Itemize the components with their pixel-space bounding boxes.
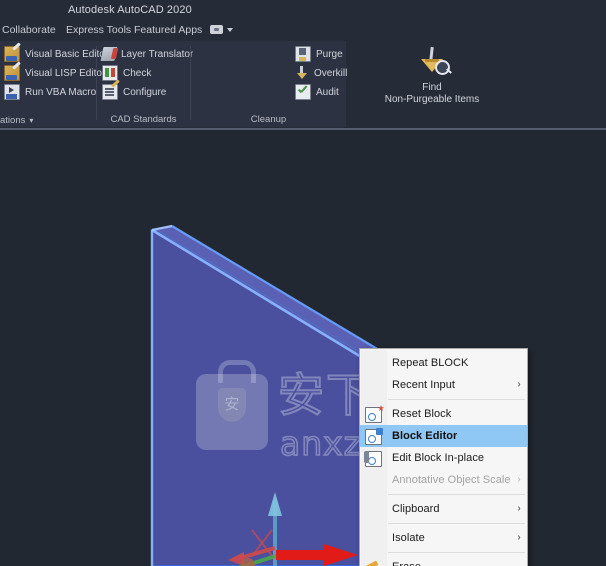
purge-button[interactable]: Purge [293, 45, 345, 63]
red-pointer-arrow [276, 544, 358, 566]
visual-lisp-editor-label: Visual LISP Editor [25, 67, 106, 79]
ribbon-panel-cleanup: Find Non-Purgeable Items Purge Overkill … [191, 41, 479, 127]
menu-item-label: Annotative Object Scale [392, 474, 511, 486]
layer-translator-button[interactable]: Layer Translator [100, 45, 195, 63]
cad-standards-panel-label: CAD Standards [110, 114, 177, 125]
menu-item-label: Reset Block [392, 408, 452, 420]
chevron-down-icon [227, 27, 233, 32]
menu-item-label: Edit Block In-place [392, 452, 485, 464]
window-title: Autodesk AutoCAD 2020 [68, 4, 192, 16]
audit-icon [295, 84, 311, 100]
panel-overflow-icon [210, 25, 223, 34]
check-standards-button[interactable]: Check [100, 64, 153, 82]
menu-item-icon-slot [360, 500, 386, 518]
configure-standards-label: Configure [123, 86, 167, 98]
chevron-right-icon: › [517, 379, 521, 390]
ribbon-panel-applications: Visual Basic Editor Visual LISP Editor R… [0, 41, 108, 127]
audit-button[interactable]: Audit [293, 83, 341, 101]
autocad-window: Autodesk AutoCAD 2020 Collaborate Expres… [0, 0, 606, 566]
overkill-button[interactable]: Overkill [293, 64, 349, 82]
run-vba-macro-label: Run VBA Macro [25, 86, 97, 98]
menu-item-block-editor[interactable]: Block Editor [360, 425, 527, 447]
ribbon-tab-strip: Collaborate Express Tools Featured Apps [0, 21, 606, 41]
chevron-right-icon: › [517, 532, 521, 543]
erase-icon [360, 558, 386, 566]
menu-item-clipboard[interactable]: Clipboard › [360, 498, 527, 520]
chevron-right-icon: › [517, 503, 521, 514]
menu-item-label: Block Editor [392, 430, 458, 442]
menu-separator [388, 399, 525, 400]
applications-panel-title[interactable]: ations ▾ [0, 115, 33, 126]
menu-separator [388, 494, 525, 495]
ribbon-tab-featured-apps[interactable]: Featured Apps [134, 24, 202, 36]
cleanup-panel-label: Cleanup [250, 114, 287, 125]
panel-overflow-button[interactable] [210, 25, 233, 34]
layer-translator-icon [100, 47, 118, 61]
menu-item-label: Isolate [392, 532, 425, 544]
configure-standards-icon [102, 84, 118, 100]
menu-item-label: Clipboard [392, 503, 440, 515]
menu-item-label: Repeat BLOCK [392, 357, 469, 369]
chevron-right-icon: › [517, 474, 521, 485]
purge-icon [295, 46, 311, 62]
ribbon-panel-cad-standards: Layer Translator Check Configure CAD Sta… [97, 41, 193, 127]
visual-lisp-editor-icon [4, 65, 20, 81]
block-editor-icon [360, 427, 386, 445]
edit-block-in-place-icon [360, 449, 386, 467]
find-label-line2: Non-Purgeable Items [384, 94, 480, 105]
overkill-label: Overkill [314, 67, 348, 79]
audit-label: Audit [316, 86, 339, 98]
check-standards-icon [102, 65, 118, 81]
purge-label: Purge [316, 48, 343, 60]
menu-item-annotative-object-scale: Annotative Object Scale › [360, 469, 527, 491]
menu-item-erase[interactable]: Erase [360, 556, 527, 566]
ribbon: Visual Basic Editor Visual LISP Editor R… [0, 41, 606, 130]
menu-item-icon-slot [360, 354, 386, 372]
run-vba-macro-button[interactable]: Run VBA Macro [2, 83, 98, 101]
menu-item-repeat-block[interactable]: Repeat BLOCK [360, 352, 527, 374]
check-standards-label: Check [123, 67, 152, 79]
menu-item-label: Erase [386, 561, 511, 566]
menu-item-reset-block[interactable]: Reset Block [360, 403, 527, 425]
reset-block-icon [360, 405, 386, 423]
block-context-menu[interactable]: Repeat BLOCK Recent Input › Reset Block … [359, 348, 528, 566]
find-label-line1: Find [422, 82, 442, 93]
configure-standards-button[interactable]: Configure [100, 83, 168, 101]
ribbon-panels: Visual Basic Editor Visual LISP Editor R… [0, 41, 479, 127]
layer-translator-label: Layer Translator [121, 48, 194, 60]
menu-item-isolate[interactable]: Isolate › [360, 527, 527, 549]
menu-separator [388, 523, 525, 524]
menu-separator [388, 552, 525, 553]
find-non-purgeable-items-button[interactable]: Find Non-Purgeable Items [383, 43, 481, 106]
menu-item-icon-slot [360, 529, 386, 547]
menu-item-icon-slot [360, 471, 386, 489]
ribbon-tab-collaborate[interactable]: Collaborate [2, 24, 56, 36]
menu-item-edit-block-in-place[interactable]: Edit Block In-place [360, 447, 527, 469]
ribbon-tab-express-tools[interactable]: Express Tools [66, 24, 131, 36]
run-vba-macro-icon [4, 84, 20, 100]
applications-panel-label: ations [0, 115, 26, 126]
broom-magnifier-icon [412, 46, 452, 81]
title-bar: Autodesk AutoCAD 2020 [0, 0, 606, 21]
menu-item-recent-input[interactable]: Recent Input › [360, 374, 527, 396]
visual-basic-editor-icon [4, 46, 20, 62]
menu-item-label: Recent Input [392, 379, 455, 391]
visual-lisp-editor-button[interactable]: Visual LISP Editor [2, 64, 107, 82]
menu-item-icon-slot [360, 376, 386, 394]
chevron-down-icon: ▾ [29, 116, 34, 125]
overkill-icon [295, 66, 309, 80]
